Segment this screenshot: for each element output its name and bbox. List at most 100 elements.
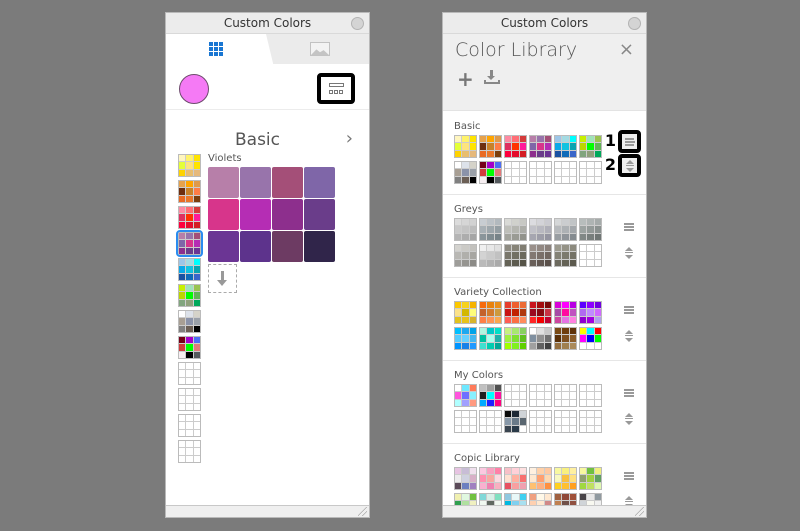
menu-icon[interactable] — [624, 306, 634, 314]
color-set-thumbnail[interactable] — [504, 384, 527, 407]
sidebar-color-set[interactable] — [178, 154, 201, 177]
color-set-thumbnail[interactable] — [504, 244, 527, 267]
sidebar-color-set[interactable] — [178, 414, 201, 437]
color-swatch[interactable] — [272, 199, 303, 230]
color-set-thumbnail[interactable] — [554, 244, 577, 267]
color-set-thumbnail[interactable] — [479, 135, 502, 158]
sidebar-color-set[interactable] — [178, 284, 201, 307]
color-set-thumbnail[interactable] — [579, 218, 602, 241]
color-set-thumbnail[interactable] — [454, 244, 477, 267]
import-icon[interactable] — [484, 70, 500, 84]
color-set-thumbnail[interactable] — [529, 218, 552, 241]
color-set-thumbnail[interactable] — [504, 493, 527, 505]
resize-grip-icon[interactable] — [358, 507, 367, 516]
color-set-thumbnail[interactable] — [529, 301, 552, 324]
color-set-thumbnail[interactable] — [554, 218, 577, 241]
section-menu-button[interactable] — [618, 130, 641, 153]
current-color-swatch[interactable] — [179, 74, 209, 104]
color-set-thumbnail[interactable] — [529, 327, 552, 350]
color-set-thumbnail[interactable] — [554, 467, 577, 490]
sort-icon[interactable] — [625, 496, 633, 505]
color-set-thumbnail[interactable] — [529, 410, 552, 433]
resize-grip-icon[interactable] — [635, 507, 644, 516]
color-swatch[interactable] — [304, 199, 335, 230]
color-set-thumbnail[interactable] — [554, 301, 577, 324]
color-set-thumbnail[interactable] — [454, 493, 477, 505]
sidebar-color-set[interactable] — [178, 206, 201, 229]
sidebar-color-set[interactable] — [178, 258, 201, 281]
chevron-right-icon[interactable]: › — [346, 128, 353, 149]
color-set-thumbnail[interactable] — [554, 493, 577, 505]
sidebar-color-set[interactable] — [178, 180, 201, 203]
color-set-thumbnail[interactable] — [579, 301, 602, 324]
color-set-thumbnail[interactable] — [579, 384, 602, 407]
color-swatch[interactable] — [240, 231, 271, 262]
color-set-thumbnail[interactable] — [454, 135, 477, 158]
color-swatch[interactable] — [240, 199, 271, 230]
color-set-thumbnail[interactable] — [479, 493, 502, 505]
color-set-thumbnail[interactable] — [504, 135, 527, 158]
color-swatch[interactable] — [240, 167, 271, 198]
color-set-thumbnail[interactable] — [504, 467, 527, 490]
color-set-thumbnail[interactable] — [454, 467, 477, 490]
color-set-thumbnail[interactable] — [504, 327, 527, 350]
sort-icon[interactable] — [625, 330, 633, 342]
color-set-thumbnail[interactable] — [479, 467, 502, 490]
color-set-thumbnail[interactable] — [454, 161, 477, 184]
color-set-thumbnail[interactable] — [504, 161, 527, 184]
sidebar-color-set[interactable] — [178, 440, 201, 463]
color-set-thumbnail[interactable] — [504, 410, 527, 433]
color-set-thumbnail[interactable] — [454, 327, 477, 350]
color-set-thumbnail[interactable] — [479, 384, 502, 407]
color-set-thumbnail[interactable] — [579, 161, 602, 184]
color-set-thumbnail[interactable] — [579, 244, 602, 267]
color-set-thumbnail[interactable] — [579, 410, 602, 433]
menu-icon[interactable] — [624, 472, 634, 480]
color-set-thumbnail[interactable] — [529, 467, 552, 490]
color-set-thumbnail[interactable] — [504, 301, 527, 324]
window-close-button[interactable] — [351, 17, 364, 30]
layout-toggle-button[interactable] — [317, 73, 355, 104]
sort-icon[interactable] — [625, 247, 633, 259]
close-icon[interactable]: × — [619, 39, 634, 60]
color-set-thumbnail[interactable] — [479, 161, 502, 184]
color-set-thumbnail[interactable] — [554, 410, 577, 433]
add-swatch-button[interactable] — [208, 264, 237, 293]
section-sort-button[interactable] — [618, 154, 641, 177]
color-set-thumbnail[interactable] — [454, 410, 477, 433]
window-titlebar[interactable]: Custom Colors — [443, 13, 646, 34]
sort-icon[interactable] — [625, 413, 633, 425]
sidebar-color-set[interactable] — [176, 230, 203, 257]
color-set-thumbnail[interactable] — [529, 135, 552, 158]
color-swatch[interactable] — [208, 167, 239, 198]
color-swatch[interactable] — [272, 167, 303, 198]
color-swatch[interactable] — [304, 167, 335, 198]
color-swatch[interactable] — [208, 199, 239, 230]
color-swatch[interactable] — [304, 231, 335, 262]
color-set-thumbnail[interactable] — [479, 301, 502, 324]
color-swatch[interactable] — [208, 231, 239, 262]
color-set-thumbnail[interactable] — [529, 244, 552, 267]
color-set-thumbnail[interactable] — [529, 493, 552, 505]
add-icon[interactable]: + — [457, 67, 474, 91]
sidebar-color-set[interactable] — [178, 388, 201, 411]
color-set-thumbnail[interactable] — [579, 493, 602, 505]
color-set-thumbnail[interactable] — [554, 384, 577, 407]
color-set-thumbnail[interactable] — [554, 327, 577, 350]
color-set-thumbnail[interactable] — [454, 384, 477, 407]
color-swatch[interactable] — [272, 231, 303, 262]
sidebar-color-set[interactable] — [178, 310, 201, 333]
color-set-thumbnail[interactable] — [454, 301, 477, 324]
color-set-thumbnail[interactable] — [554, 135, 577, 158]
menu-icon[interactable] — [624, 389, 634, 397]
color-set-thumbnail[interactable] — [529, 384, 552, 407]
color-set-thumbnail[interactable] — [579, 135, 602, 158]
menu-icon[interactable] — [624, 223, 634, 231]
color-set-thumbnail[interactable] — [479, 244, 502, 267]
sidebar-color-set[interactable] — [178, 362, 201, 385]
tab-swatches[interactable] — [166, 34, 266, 64]
sidebar-color-set[interactable] — [178, 336, 201, 359]
color-set-thumbnail[interactable] — [504, 218, 527, 241]
color-set-thumbnail[interactable] — [579, 327, 602, 350]
color-set-thumbnail[interactable] — [479, 410, 502, 433]
